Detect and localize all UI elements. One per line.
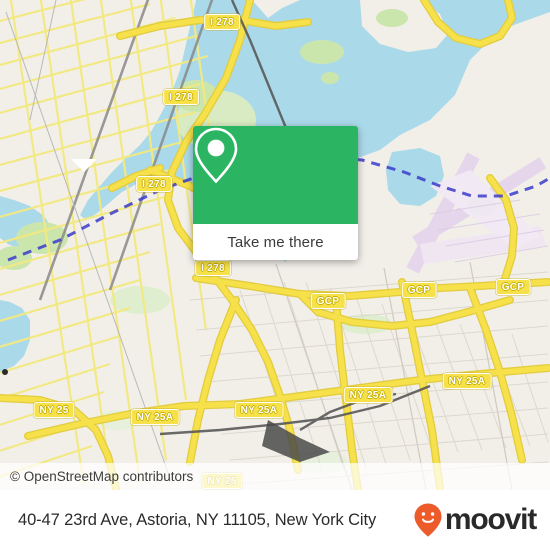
- road-shield: NY 25A: [234, 402, 284, 418]
- road-shield: GCP: [495, 279, 531, 295]
- road-shield: I 278: [163, 89, 199, 105]
- moovit-smiley-pin-icon: [414, 503, 442, 537]
- take-me-there-label: Take me there: [227, 233, 324, 251]
- popup-footer[interactable]: Take me there: [193, 224, 358, 260]
- location-pin-icon: [194, 127, 238, 184]
- road-shield: I 278: [204, 14, 240, 30]
- road-shield: NY 25A: [343, 387, 393, 403]
- road-shield: GCP: [310, 293, 346, 309]
- moovit-wordmark: moovit: [444, 503, 537, 536]
- road-shield: NY 25A: [442, 373, 492, 389]
- popup-pointer-tail: [71, 159, 97, 172]
- location-popup-card[interactable]: Take me there: [193, 126, 358, 260]
- map-screenshot: I 278 I 278 I 278 I 278 GCP GCP GCP NY 2…: [0, 0, 550, 550]
- road-shield: GCP: [401, 282, 437, 298]
- address-label: 40-47 23rd Ave, Astoria, NY 11105, New Y…: [18, 510, 377, 529]
- popup-header: [193, 126, 358, 224]
- road-shield: NY 25A: [130, 409, 180, 425]
- footer-bar: 40-47 23rd Ave, Astoria, NY 11105, New Y…: [0, 490, 550, 550]
- map-canvas[interactable]: I 278 I 278 I 278 I 278 GCP GCP GCP NY 2…: [0, 0, 550, 490]
- map-attribution-bar: © OpenStreetMap contributors: [0, 463, 550, 490]
- road-shield: I 278: [136, 176, 172, 192]
- road-shield: I 278: [195, 260, 231, 276]
- moovit-logo[interactable]: moovit: [413, 502, 537, 538]
- osm-attribution-text[interactable]: © OpenStreetMap contributors: [0, 469, 193, 484]
- road-shield: NY 25: [33, 402, 75, 418]
